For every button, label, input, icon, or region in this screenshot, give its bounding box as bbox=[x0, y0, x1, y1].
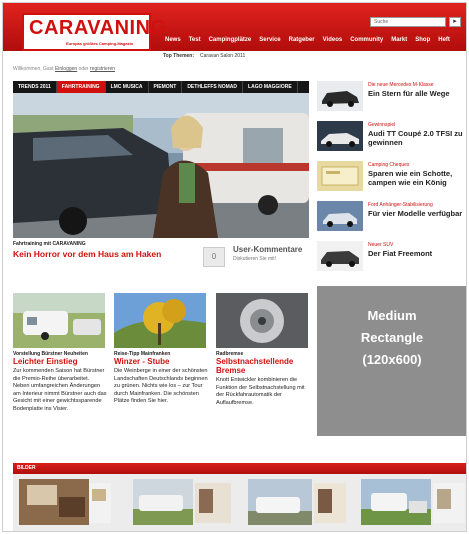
car-thumbnail bbox=[317, 121, 363, 151]
nav-videos[interactable]: Videos bbox=[319, 37, 347, 43]
teaser-mercedes[interactable]: Die neue Mercedes M-Klasse Ein Stern für… bbox=[317, 81, 466, 111]
article-image bbox=[114, 293, 206, 348]
comments-title[interactable]: User-Kommentare bbox=[233, 245, 302, 254]
nav-news[interactable]: News bbox=[161, 37, 185, 43]
teaser-fiat[interactable]: Neuer SUV Der Fiat Freemont bbox=[317, 241, 466, 271]
teaser-thumb bbox=[317, 121, 363, 151]
hero-photo bbox=[13, 93, 309, 238]
tab-trends-2011[interactable]: TRENDS 2011 bbox=[13, 81, 57, 93]
teaser-thumb bbox=[317, 241, 363, 271]
gallery-item[interactable] bbox=[361, 479, 465, 525]
gallery-item[interactable] bbox=[19, 479, 111, 525]
teaser-thumb bbox=[317, 161, 363, 191]
hero-tabs: TRENDS 2011 FAHRTRAINING LMC MUSICA PIEM… bbox=[13, 81, 309, 93]
article-headline[interactable]: Winzer - Stube bbox=[114, 357, 214, 366]
teaser-tag: Ford Anhänger-Stabilisierung bbox=[368, 202, 433, 208]
logo-text: CARAVANING bbox=[29, 17, 167, 39]
teaser-title[interactable]: Sparen wie ein Schotte, campen wie ein K… bbox=[368, 169, 466, 187]
gallery-item[interactable] bbox=[248, 479, 346, 525]
search-input[interactable]: Suche bbox=[370, 17, 446, 27]
teaser-title[interactable]: Für vier Modelle verfügbar bbox=[368, 209, 466, 218]
main-nav: News Test Campingplätze Service Ratgeber… bbox=[161, 37, 454, 43]
tab-lago-maggiore[interactable]: LAGO MAGGIORE bbox=[243, 81, 298, 93]
nav-campingplaetze[interactable]: Campingplätze bbox=[205, 37, 256, 43]
nav-heft[interactable]: Heft bbox=[434, 37, 454, 43]
top-topics-link[interactable]: Caravan Salon 2011 bbox=[200, 53, 245, 59]
site-logo[interactable]: CARAVANING Europas größtes Camping-Magaz… bbox=[22, 13, 166, 51]
teaser-thumb bbox=[317, 81, 363, 111]
article-body: Knott Entwickler kombinieren die Funktio… bbox=[216, 377, 305, 406]
teaser-camping-cheques[interactable]: Camping Cheques Sparen wie ein Schotte, … bbox=[317, 161, 466, 191]
article-headline[interactable]: Leichter Einstieg bbox=[13, 357, 113, 366]
top-topics: Top Themen: Caravan Salon 2011 bbox=[163, 53, 245, 59]
ad-line-2: Rectangle bbox=[360, 330, 424, 345]
cheque-thumbnail bbox=[317, 161, 363, 191]
ad-line-1: Medium bbox=[367, 308, 417, 323]
teaser-tag: Gewinnspiel bbox=[368, 122, 396, 128]
car-thumbnail bbox=[317, 81, 363, 111]
bilder-bar: BILDER bbox=[13, 463, 466, 474]
article-body: Die Weinberge in einer der schönsten Lan… bbox=[114, 368, 208, 405]
tab-fahrtraining[interactable]: FAHRTRAINING bbox=[56, 81, 106, 93]
teaser-tag: Camping Cheques bbox=[368, 162, 410, 168]
nav-test[interactable]: Test bbox=[185, 37, 205, 43]
teaser-title[interactable]: Ein Stern für alle Wege bbox=[368, 89, 466, 98]
register-link[interactable]: registrieren bbox=[90, 66, 115, 72]
vineyard-photo bbox=[114, 293, 206, 348]
brake-photo bbox=[216, 293, 308, 348]
gallery-photo bbox=[248, 479, 346, 525]
gallery-photo bbox=[133, 479, 231, 525]
ad-line-3: (120x600) bbox=[362, 352, 422, 367]
login-greeting: Willkommen, Gast bbox=[13, 66, 54, 72]
ad-placeholder[interactable]: Medium Rectangle (120x600) bbox=[317, 286, 466, 436]
nav-service[interactable]: Service bbox=[255, 37, 284, 43]
teaser-tag: Die neue Mercedes M-Klasse bbox=[368, 82, 434, 88]
hero-image[interactable] bbox=[13, 93, 309, 238]
comments-subtitle[interactable]: Diskutieren Sie mit! bbox=[233, 256, 276, 262]
login-line: Willkommen, Gast Einloggen oder registri… bbox=[13, 66, 115, 72]
tab-lmc-musica[interactable]: LMC MUSICA bbox=[106, 81, 149, 93]
site-header: CARAVANING Europas größtes Camping-Magaz… bbox=[3, 3, 466, 51]
teaser-title[interactable]: Audi TT Coupé 2.0 TFSI zu gewinnen bbox=[368, 129, 466, 147]
nav-markt[interactable]: Markt bbox=[387, 37, 411, 43]
teaser-tag: Neuer SUV bbox=[368, 242, 394, 248]
gallery-photo bbox=[361, 479, 465, 525]
article-body: Zur kommenden Saison hat Bürstner die Pr… bbox=[13, 368, 107, 412]
caravan-photo bbox=[13, 293, 105, 348]
nav-shop[interactable]: Shop bbox=[411, 37, 434, 43]
tab-dethleffs-nomad[interactable]: DETHLEFFS NOMAD bbox=[182, 81, 244, 93]
login-or: oder bbox=[78, 66, 89, 72]
login-link[interactable]: Einloggen bbox=[55, 66, 77, 72]
article-headline[interactable]: Selbstnachstellende Bremse bbox=[216, 357, 316, 375]
article-image bbox=[216, 293, 308, 348]
article-image bbox=[13, 293, 105, 348]
teaser-audi[interactable]: Gewinnspiel Audi TT Coupé 2.0 TFSI zu ge… bbox=[317, 121, 466, 151]
image-gallery bbox=[13, 474, 466, 531]
tab-piemont[interactable]: PIEMONT bbox=[149, 81, 183, 93]
gallery-item[interactable] bbox=[133, 479, 231, 525]
logo-subtitle: Europas größtes Camping-Magazin bbox=[66, 41, 134, 46]
page-frame: CARAVANING Europas größtes Camping-Magaz… bbox=[2, 2, 467, 532]
bilder-label: BILDER bbox=[17, 465, 36, 471]
teaser-ford[interactable]: Ford Anhänger-Stabilisierung Für vier Mo… bbox=[317, 201, 466, 231]
teaser-title[interactable]: Der Fiat Freemont bbox=[368, 249, 466, 258]
search-button[interactable]: ▸ bbox=[449, 17, 461, 27]
comment-count-badge[interactable]: 0 bbox=[203, 247, 225, 267]
car-thumbnail bbox=[317, 241, 363, 271]
nav-ratgeber[interactable]: Ratgeber bbox=[285, 37, 319, 43]
gallery-photo bbox=[19, 479, 111, 525]
teaser-thumb bbox=[317, 201, 363, 231]
nav-community[interactable]: Community bbox=[346, 37, 387, 43]
top-topics-label: Top Themen: bbox=[163, 53, 195, 59]
hero-caption: Fahrtraining mit CARAVANING bbox=[13, 241, 86, 247]
hero-headline[interactable]: Kein Horror vor dem Haus am Haken bbox=[13, 249, 161, 259]
car-thumbnail bbox=[317, 201, 363, 231]
